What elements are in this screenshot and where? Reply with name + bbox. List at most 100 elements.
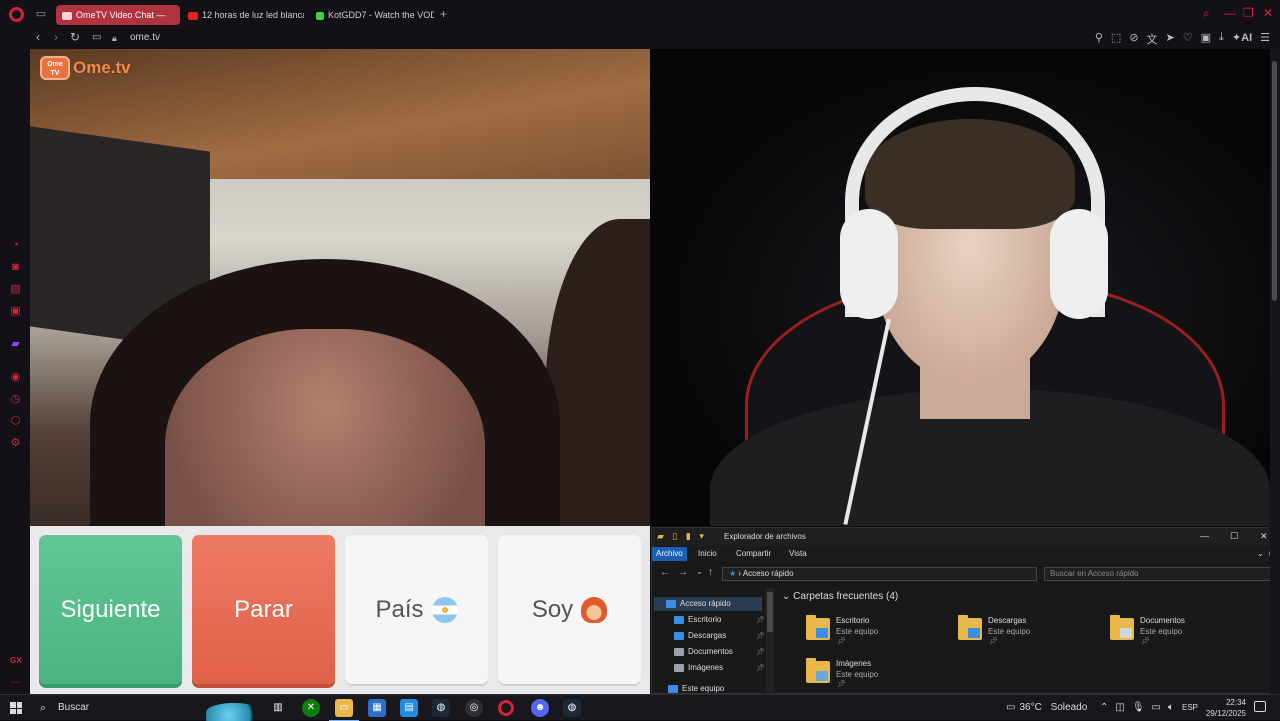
tab-kick[interactable]: KotGDD7 - Watch the VOD — [310, 5, 434, 25]
weather-widget[interactable]: ▭ 36°C Soleado — [1006, 695, 1087, 721]
folder-documents[interactable]: Documentos Este equipo 📌︎ — [1110, 614, 1260, 650]
news-icon[interactable]: ▨ — [9, 283, 22, 296]
notifications-icon[interactable] — [1254, 701, 1266, 712]
aria-ai-button[interactable]: ✦AI — [1232, 31, 1252, 47]
nav-item-quick-access[interactable]: Acceso rápido — [654, 597, 762, 611]
explorer-minimize-button[interactable]: — — [1200, 531, 1209, 541]
translate-icon[interactable]: 文 — [1147, 31, 1158, 47]
explorer-maximize-button[interactable]: ☐ — [1230, 531, 1238, 542]
twitch-icon[interactable]: ▰ — [9, 338, 22, 351]
scroll-thumb[interactable] — [767, 592, 773, 632]
tab-youtube[interactable]: 12 horas de luz led blanca — [182, 5, 304, 25]
language-indicator[interactable]: ESP — [1182, 695, 1198, 721]
obs-icon[interactable]: ◎ — [465, 699, 483, 717]
nav-item-documents[interactable]: Documentos — [674, 645, 733, 659]
aria-icon[interactable]: ◔ — [9, 239, 22, 252]
new-tab-button[interactable]: + — [440, 7, 447, 21]
restore-button[interactable]: ❐ — [1243, 6, 1254, 20]
up-button[interactable]: ↑ — [708, 567, 713, 578]
folder-downloads[interactable]: Descargas Este equipo 📌︎ — [958, 614, 1108, 650]
clock[interactable]: 22:34 29/12/2025 — [1202, 697, 1246, 719]
gender-select-button[interactable]: Soy — [498, 535, 641, 684]
download-icon[interactable]: ⤓ — [1219, 31, 1224, 47]
discord-icon[interactable]: ☻ — [531, 699, 549, 717]
page-scrollbar[interactable] — [1270, 49, 1280, 694]
next-button[interactable]: Siguiente — [39, 535, 182, 684]
close-button[interactable]: ✕ — [1263, 6, 1273, 20]
stop-button[interactable]: Parar — [192, 535, 335, 684]
nav-item-desktop[interactable]: Escritorio — [674, 613, 721, 627]
volume-icon[interactable]: 🔈︎ — [1168, 695, 1174, 721]
opera-icon[interactable] — [498, 700, 514, 716]
explorer-content: ⌄ Carpetas frecuentes (4) Escritorio Est… — [780, 585, 1270, 695]
camera-icon[interactable]: ▭ — [92, 32, 101, 43]
extensions-icon[interactable]: ⬡ — [9, 415, 22, 428]
quick-access-toolbar-icons[interactable]: ▰ ▯ ▮ ▾ — [657, 531, 707, 542]
search-label: Buscar — [58, 702, 90, 713]
app-tray-icon[interactable]: ◫ — [1115, 695, 1124, 721]
folder-location: Este equipo — [988, 627, 1031, 636]
network-icon[interactable]: ▭ — [1152, 695, 1161, 721]
opera-menu-icon[interactable] — [9, 7, 24, 22]
gx-control-button[interactable]: GX — [10, 656, 22, 665]
page-scroll-thumb[interactable] — [1272, 61, 1277, 301]
minimize-button[interactable]: — — [1224, 6, 1236, 20]
country-filter-button[interactable]: País — [345, 535, 488, 684]
explorer-back-button[interactable]: ← — [660, 567, 670, 578]
explorer-search-input[interactable]: Buscar en Acceso rápido — [1044, 567, 1272, 581]
adblock-icon[interactable]: ⊘ — [1129, 31, 1138, 47]
section-title: Carpetas frecuentes (4) — [793, 591, 899, 602]
folder-desktop[interactable]: Escritorio Este equipo 📌︎ — [806, 614, 956, 650]
snapshot-icon[interactable]: ⬚ — [1111, 31, 1121, 47]
explorer-close-button[interactable]: ✕ — [1260, 531, 1268, 542]
task-view-icon[interactable]: ▥ — [269, 699, 287, 717]
pin-icon: 📌︎ — [756, 649, 765, 656]
tab-ometv[interactable]: OmeTV Video Chat — — [56, 5, 180, 25]
ribbon-tab-compartir[interactable]: Compartir — [736, 549, 771, 558]
forward-button[interactable]: › — [54, 30, 58, 44]
nav-item-downloads[interactable]: Descargas — [674, 629, 726, 643]
tab-islands-icon[interactable]: ▭ — [35, 8, 47, 20]
reload-button[interactable]: ↻ — [70, 30, 80, 44]
store-icon[interactable]: ▤ — [400, 699, 418, 717]
ribbon-tab-vista[interactable]: Vista — [789, 549, 807, 558]
pin-icon[interactable]: ⚲ — [1095, 31, 1103, 47]
explorer-address-field[interactable]: ★ › Acceso rápido — [722, 567, 1037, 581]
search-tabs-icon[interactable]: ⌕ — [1203, 6, 1210, 21]
recent-locations-button[interactable]: ⌄ — [696, 567, 703, 576]
calculator-icon[interactable]: ▦ — [368, 699, 386, 717]
back-button[interactable]: ‹ — [36, 30, 40, 44]
windows-start-button[interactable] — [10, 702, 22, 714]
explorer-forward-button[interactable]: → — [678, 567, 688, 578]
lock-icon[interactable]: 🔒︎ — [112, 33, 117, 44]
send-icon[interactable]: ➤ — [1166, 31, 1175, 47]
folder-pictures[interactable]: Imágenes Este equipo 📌︎ — [806, 657, 956, 693]
heart-icon[interactable]: ♡ — [1183, 31, 1193, 47]
settings-icon[interactable]: ⚙ — [9, 437, 22, 450]
url-field[interactable]: ome.tv — [130, 32, 160, 43]
steam-2-icon[interactable]: ◍ — [563, 699, 581, 717]
camera-icon[interactable]: ◙ — [9, 261, 22, 274]
ometv-logo[interactable]: Ome TV Ome.tv — [40, 55, 131, 81]
chevron-up-icon[interactable]: ⌃ — [1100, 695, 1108, 721]
sidebar-more-button[interactable]: ··· — [11, 677, 21, 688]
file-explorer-icon[interactable]: ▭ — [329, 695, 359, 721]
ribbon-expand-icon[interactable]: ⌄ — [1257, 549, 1264, 558]
ribbon-tab-inicio[interactable]: Inicio — [698, 549, 717, 558]
player-icon[interactable]: ◉ — [9, 371, 22, 384]
microphone-icon[interactable]: 🎙︎ — [1132, 695, 1145, 721]
folder-location: Este equipo — [1140, 627, 1183, 636]
nav-item-pictures[interactable]: Imágenes — [674, 661, 723, 675]
history-icon[interactable]: ◷ — [9, 393, 22, 406]
opera-sidebar: ◔ ◙ ▨ ▣ ▰ ◉ ◷ ⬡ ⚙ GX ··· — [0, 49, 30, 694]
easy-setup-icon[interactable]: ☰ — [1260, 31, 1270, 47]
nav-pane-scrollbar[interactable] — [766, 588, 774, 692]
tab-label: 12 horas de luz led blanca — [202, 10, 304, 20]
music-icon[interactable]: ▣ — [9, 305, 22, 318]
wallet-icon[interactable]: ▣ — [1201, 31, 1211, 47]
xbox-icon[interactable]: ✕ — [302, 699, 320, 717]
frequent-folders-header[interactable]: ⌄ Carpetas frecuentes (4) — [782, 591, 898, 602]
steam-icon[interactable]: ◍ — [432, 699, 450, 717]
ribbon-tab-archivo[interactable]: Archivo — [652, 547, 687, 561]
kick-icon — [316, 11, 324, 20]
